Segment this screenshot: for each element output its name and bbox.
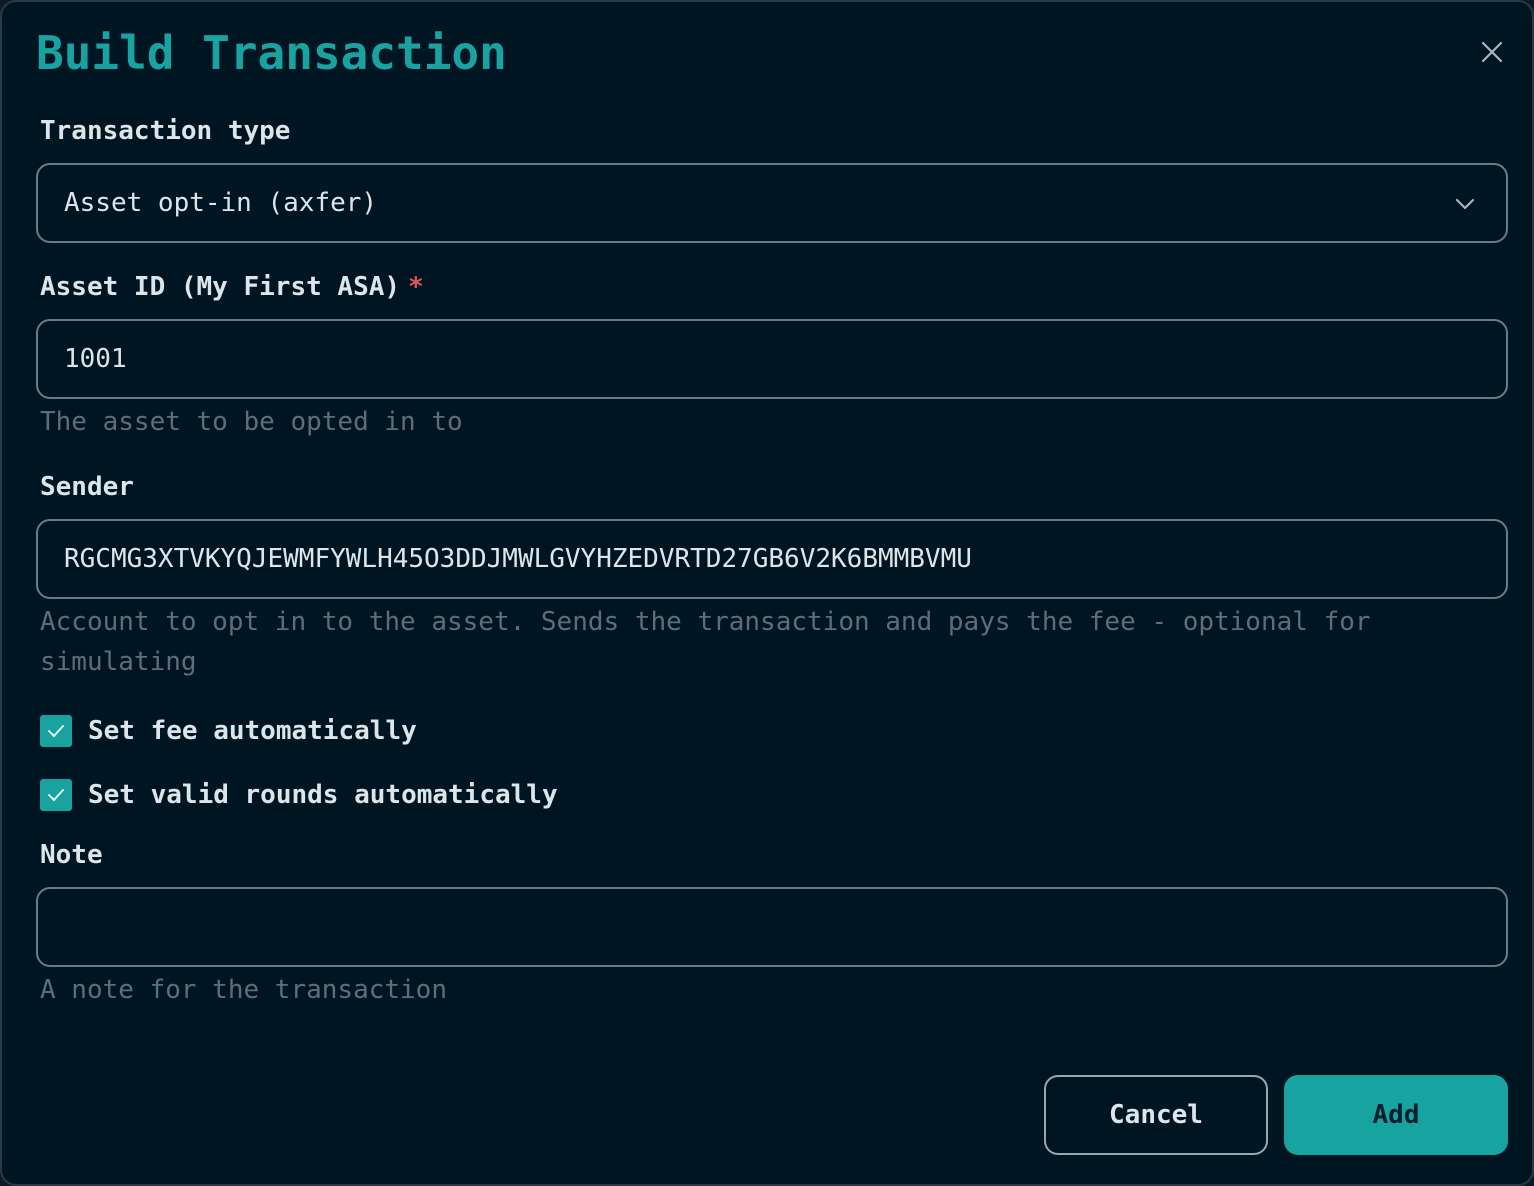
set-rounds-checkbox[interactable] [40,779,72,811]
required-mark: * [408,272,424,302]
sender-field[interactable] [36,519,1508,599]
sender-label: Sender [40,472,134,502]
check-icon [48,789,64,801]
close-button[interactable] [1474,34,1510,70]
sender-input[interactable] [64,544,1506,574]
set-fee-label: Set fee automatically [88,716,417,746]
asset-id-input[interactable] [64,344,1506,374]
transaction-type-label: Transaction type [40,116,291,146]
set-fee-row[interactable]: Set fee automatically [40,715,417,747]
transaction-type-value: Asset opt-in (axfer) [64,188,378,218]
set-fee-checkbox[interactable] [40,715,72,747]
sender-help: Account to opt in to the asset. Sends th… [40,607,1371,677]
build-transaction-dialog: Build Transaction Transaction type Asset… [0,0,1534,1186]
note-help: A note for the transaction [40,975,447,1005]
cancel-button[interactable]: Cancel [1044,1075,1268,1155]
asset-id-label-text: Asset ID (My First ASA) [40,272,401,302]
check-icon [48,725,64,737]
chevron-down-icon [1455,198,1475,210]
set-rounds-row[interactable]: Set valid rounds automatically [40,779,558,811]
asset-id-label: Asset ID (My First ASA) * [40,272,424,302]
note-field[interactable] [36,887,1508,967]
note-input[interactable] [64,912,1506,942]
set-rounds-label: Set valid rounds automatically [88,780,558,810]
close-icon [1481,41,1503,63]
asset-id-field[interactable] [36,319,1508,399]
asset-id-help: The asset to be opted in to [40,407,463,437]
add-button[interactable]: Add [1284,1075,1508,1155]
dialog-title: Build Transaction [36,26,507,80]
note-label: Note [40,840,103,870]
transaction-type-select[interactable]: Asset opt-in (axfer) [36,163,1508,243]
